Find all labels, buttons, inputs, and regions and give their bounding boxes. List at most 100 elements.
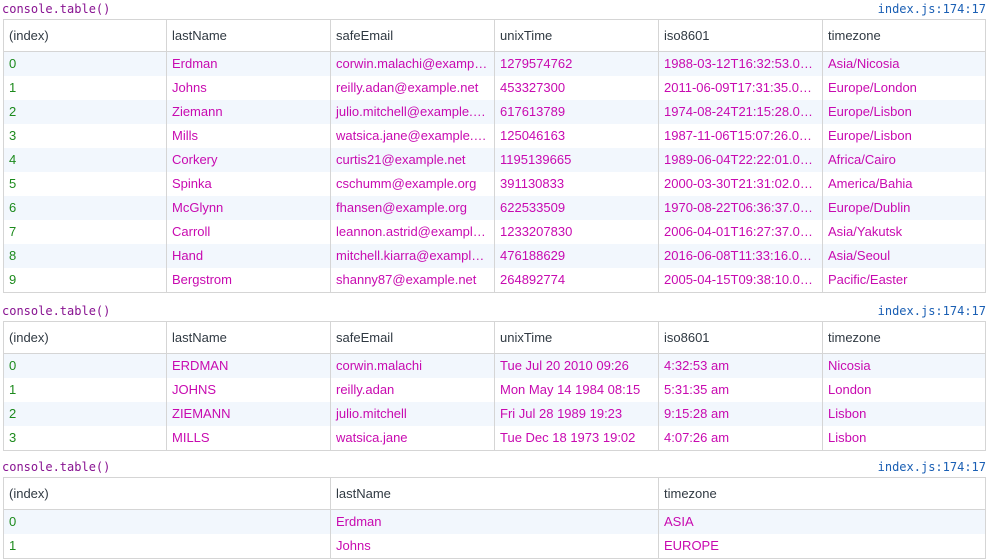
table-row[interactable]: 1 JOHNS reilly.adan Mon May 14 1984 08:1… (4, 378, 985, 402)
cell-lastname: Corkery (167, 148, 331, 172)
cell-iso8601: 1974-08-24T21:15:28.000Z (659, 100, 823, 124)
table-row[interactable]: 3 MILLS watsica.jane Tue Dec 18 1973 19:… (4, 426, 985, 450)
cell-safeemail: corwin.malachi (331, 354, 495, 378)
row-index: 9 (4, 268, 167, 292)
cell-lastname: Ziemann (167, 100, 331, 124)
console-call-label: console.table() (2, 460, 111, 474)
cell-timezone: Europe/Lisbon (828, 128, 912, 143)
row-index: 7 (4, 220, 167, 244)
row-index: 3 (4, 426, 167, 450)
column-header-lastname[interactable]: lastName (167, 20, 331, 51)
source-link[interactable]: index.js:174:17 (878, 460, 986, 474)
cell-safeemail: watsica.jane (331, 426, 495, 450)
cell-lastname: Mills (167, 124, 331, 148)
column-header-iso8601[interactable]: iso8601 (659, 20, 823, 51)
row-index: 1 (4, 534, 331, 558)
table-row[interactable]: 0 Erdman ASIA (4, 510, 985, 534)
cell-timezone: Lisbon (828, 430, 867, 445)
cell-unixtime: 476188629 (495, 244, 659, 268)
cell-unixtime: 1279574762 (495, 52, 659, 76)
column-header-unixtime[interactable]: unixTime (495, 20, 659, 51)
cell-iso8601: 1987-11-06T15:07:26.000Z (659, 124, 823, 148)
table-row[interactable]: 2 ZIEMANN julio.mitchell Fri Jul 28 1989… (4, 402, 985, 426)
cell-timezone: Europe/Lisbon (828, 104, 912, 119)
cell-unixtime: 1195139665 (495, 148, 659, 172)
cell-unixtime: Tue Dec 18 1973 19:02 (495, 426, 659, 450)
cell-unixtime: 1233207830 (495, 220, 659, 244)
cell-iso8601: 2006-04-01T16:27:37.000Z (659, 220, 823, 244)
cell-unixtime: Fri Jul 28 1989 19:23 (495, 402, 659, 426)
table-row[interactable]: 5 Spinka cschumm@example.org 391130833 2… (4, 172, 985, 196)
cell-safeemail: shanny87@example.net (331, 268, 495, 292)
cell-timezone: Asia/Seoul (828, 248, 891, 263)
column-header-timezone[interactable]: timezone (823, 20, 985, 51)
table-row[interactable]: 3 Mills watsica.jane@example.org 1250461… (4, 124, 985, 148)
cell-iso8601: 2000-03-30T21:31:02.000Z (659, 172, 823, 196)
row-index: 8 (4, 244, 167, 268)
table-row[interactable]: 8 Hand mitchell.kiarra@example.com 47618… (4, 244, 985, 268)
column-header-timezone[interactable]: timezone (823, 322, 985, 353)
table-row[interactable]: 1 Johns EUROPE (4, 534, 985, 558)
table-row[interactable]: 1 Johns reilly.adan@example.net 45332730… (4, 76, 985, 100)
row-index: 0 (4, 52, 167, 76)
column-header-safeemail[interactable]: safeEmail (331, 20, 495, 51)
table-row[interactable]: 4 Corkery curtis21@example.net 119513966… (4, 148, 985, 172)
table-row[interactable]: 0 ERDMAN corwin.malachi Tue Jul 20 2010 … (4, 354, 985, 378)
cell-safeemail: fhansen@example.org (331, 196, 495, 220)
console-table-block-3: console.table() index.js:174:17 (index) … (0, 458, 990, 560)
column-header-lastname[interactable]: lastName (331, 478, 659, 509)
cell-timezone: Pacific/Easter (828, 272, 908, 287)
cell-timezone: Europe/London (828, 80, 917, 95)
console-message-header: console.table() index.js:174:17 (0, 0, 990, 19)
console-call-label: console.table() (2, 2, 111, 16)
cell-timezone: Europe/Dublin (828, 200, 911, 215)
table-row[interactable]: 9 Bergstrom shanny87@example.net 2648927… (4, 268, 985, 292)
row-index: 2 (4, 402, 167, 426)
column-header-iso8601[interactable]: iso8601 (659, 322, 823, 353)
cell-iso8601: 5:31:35 am (659, 378, 823, 402)
cell-timezone: America/Bahia (828, 176, 913, 191)
column-header-timezone[interactable]: timezone (659, 478, 985, 509)
cell-unixtime: 622533509 (495, 196, 659, 220)
console-message-header: console.table() index.js:174:17 (0, 302, 990, 321)
cell-lastname: McGlynn (167, 196, 331, 220)
cell-iso8601: 4:32:53 am (659, 354, 823, 378)
table-row[interactable]: 2 Ziemann julio.mitchell@example.org 617… (4, 100, 985, 124)
cell-unixtime: Mon May 14 1984 08:15 (495, 378, 659, 402)
cell-timezone: EUROPE (664, 538, 719, 553)
column-header-index[interactable]: (index) (4, 20, 167, 51)
row-index: 0 (4, 354, 167, 378)
cell-lastname: Bergstrom (167, 268, 331, 292)
column-header-safeemail[interactable]: safeEmail (331, 322, 495, 353)
source-link[interactable]: index.js:174:17 (878, 2, 986, 16)
cell-lastname: Hand (167, 244, 331, 268)
cell-unixtime: 391130833 (495, 172, 659, 196)
row-index: 3 (4, 124, 167, 148)
cell-lastname: Erdman (167, 52, 331, 76)
column-header-lastname[interactable]: lastName (167, 322, 331, 353)
column-header-unixtime[interactable]: unixTime (495, 322, 659, 353)
column-header-index[interactable]: (index) (4, 478, 331, 509)
cell-iso8601: 1989-06-04T22:22:01.000Z (659, 148, 823, 172)
row-index: 1 (4, 76, 167, 100)
cell-iso8601: 1970-08-22T06:36:37.000Z (659, 196, 823, 220)
table-row[interactable]: 0 Erdman corwin.malachi@example.org 1279… (4, 52, 985, 76)
cell-safeemail: reilly.adan (331, 378, 495, 402)
cell-iso8601: 4:07:26 am (659, 426, 823, 450)
table-row[interactable]: 7 Carroll leannon.astrid@example.com 123… (4, 220, 985, 244)
row-index: 0 (4, 510, 331, 534)
cell-lastname: Carroll (167, 220, 331, 244)
cell-safeemail: reilly.adan@example.net (331, 76, 495, 100)
source-link[interactable]: index.js:174:17 (878, 304, 986, 318)
cell-iso8601: 2005-04-15T09:38:10.000Z (659, 268, 823, 292)
cell-unixtime: 453327300 (495, 76, 659, 100)
cell-lastname: JOHNS (167, 378, 331, 402)
console-table-block-1: console.table() index.js:174:17 (index) … (0, 0, 990, 296)
cell-lastname: Erdman (331, 510, 659, 534)
column-header-index[interactable]: (index) (4, 322, 167, 353)
table-row[interactable]: 6 McGlynn fhansen@example.org 622533509 … (4, 196, 985, 220)
cell-timezone: Africa/Cairo (828, 152, 896, 167)
cell-safeemail: mitchell.kiarra@example.com (331, 244, 495, 268)
cell-timezone: Asia/Nicosia (828, 56, 900, 71)
cell-safeemail: curtis21@example.net (331, 148, 495, 172)
